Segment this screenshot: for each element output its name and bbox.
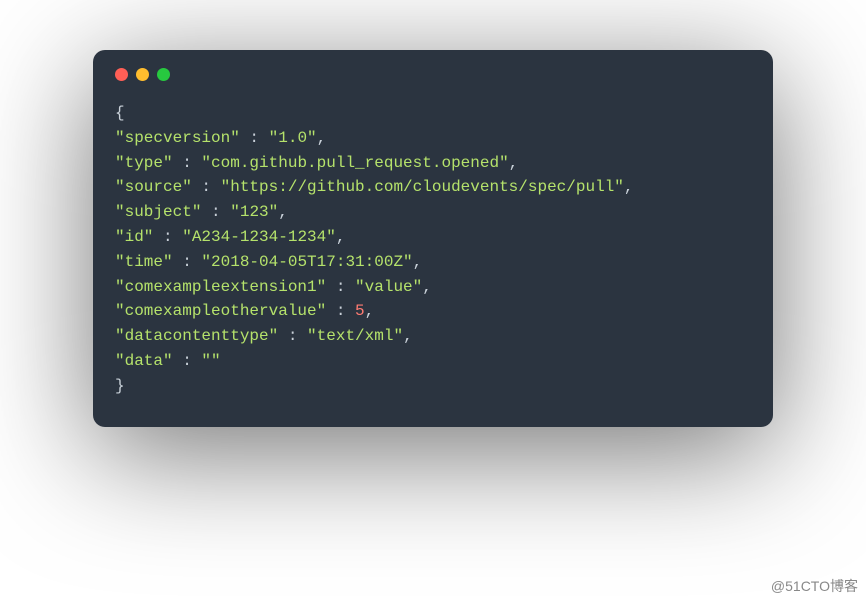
minimize-icon[interactable] [136, 68, 149, 81]
maximize-icon[interactable] [157, 68, 170, 81]
code-block: { "specversion" : "1.0", "type" : "com.g… [115, 101, 751, 399]
watermark-text: @51CTO博客 [771, 576, 858, 596]
terminal-window: { "specversion" : "1.0", "type" : "com.g… [93, 50, 773, 427]
close-icon[interactable] [115, 68, 128, 81]
window-titlebar [115, 68, 751, 81]
terminal-window-wrapper: { "specversion" : "1.0", "type" : "com.g… [93, 50, 773, 427]
